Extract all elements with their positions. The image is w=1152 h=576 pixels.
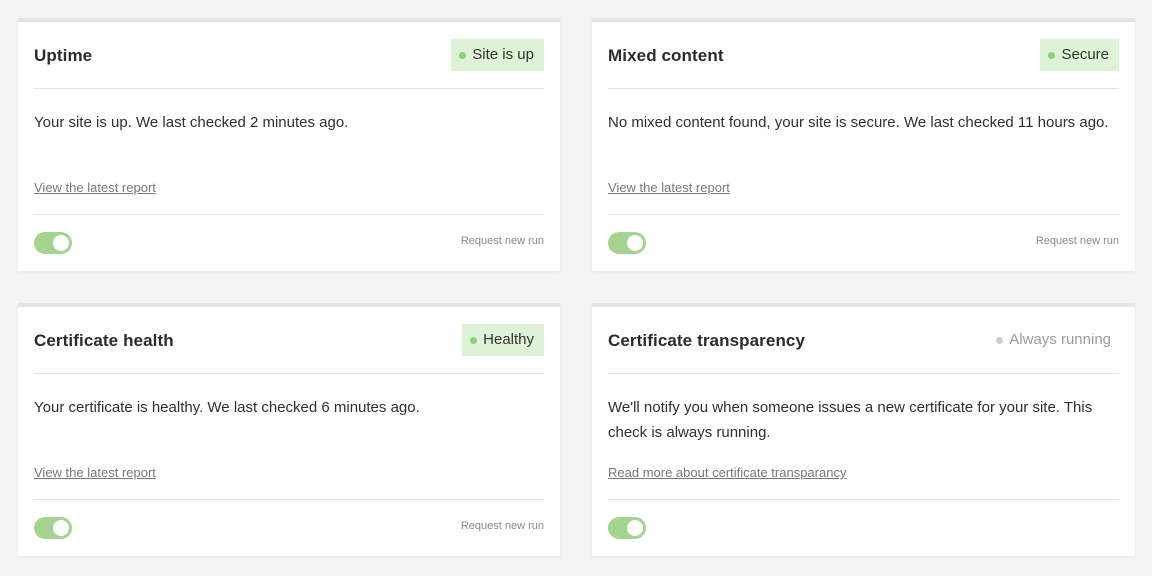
mixed-content-card: Mixed content Secure No mixed content fo… — [592, 18, 1135, 271]
view-latest-report-link[interactable]: View the latest report — [34, 465, 156, 480]
card-header: Uptime Site is up — [34, 22, 544, 89]
status-badge: Always running — [988, 324, 1119, 356]
status-badge-label: Healthy — [483, 331, 534, 348]
toggle-knob-icon — [53, 520, 69, 536]
request-new-run-button[interactable]: Request new run — [1036, 235, 1119, 247]
toggle-knob-icon — [627, 235, 643, 251]
toggle-knob-icon — [627, 520, 643, 536]
request-new-run-button[interactable]: Request new run — [461, 235, 544, 247]
status-dot-icon — [459, 52, 467, 59]
card-title: Uptime — [34, 46, 93, 65]
card-divider — [608, 214, 1119, 215]
card-description: We'll notify you when someone issues a n… — [608, 399, 1093, 441]
card-title: Certificate transparency — [608, 331, 806, 350]
view-latest-report-link[interactable]: View the latest report — [34, 180, 156, 195]
toggle-knob-icon — [53, 235, 69, 251]
card-header: Certificate transparency Always running — [608, 307, 1119, 374]
view-latest-report-link[interactable]: View the latest report — [608, 180, 730, 195]
status-dot-icon — [1048, 52, 1056, 59]
status-dot-icon — [470, 337, 478, 344]
enable-toggle[interactable] — [608, 232, 646, 254]
card-description: Your certificate is healthy. We last che… — [34, 399, 420, 416]
card-header: Mixed content Secure — [608, 22, 1119, 89]
status-badge-label: Always running — [1009, 331, 1111, 348]
card-divider — [608, 499, 1119, 500]
certificate-health-card: Certificate health Healthy Your certific… — [18, 303, 560, 556]
certificate-transparency-card: Certificate transparency Always running … — [592, 303, 1135, 556]
card-description: Your site is up. We last checked 2 minut… — [34, 114, 349, 131]
status-badge: Secure — [1040, 39, 1119, 71]
card-divider — [34, 214, 544, 215]
card-title: Mixed content — [608, 46, 724, 65]
status-badge-label: Secure — [1061, 46, 1109, 63]
uptime-card: Uptime Site is up Your site is up. We la… — [18, 18, 560, 271]
enable-toggle[interactable] — [608, 517, 646, 539]
status-badge: Site is up — [451, 39, 544, 71]
card-divider — [34, 499, 544, 500]
card-header: Certificate health Healthy — [34, 307, 544, 374]
card-title: Certificate health — [34, 331, 174, 350]
request-new-run-button[interactable]: Request new run — [461, 520, 544, 532]
status-dot-icon — [996, 337, 1004, 344]
enable-toggle[interactable] — [34, 517, 72, 539]
status-badge-label: Site is up — [472, 46, 534, 63]
status-badge: Healthy — [462, 324, 544, 356]
read-more-link[interactable]: Read more about certificate transparancy — [608, 465, 846, 480]
card-description: No mixed content found, your site is sec… — [608, 114, 1109, 131]
enable-toggle[interactable] — [34, 232, 72, 254]
